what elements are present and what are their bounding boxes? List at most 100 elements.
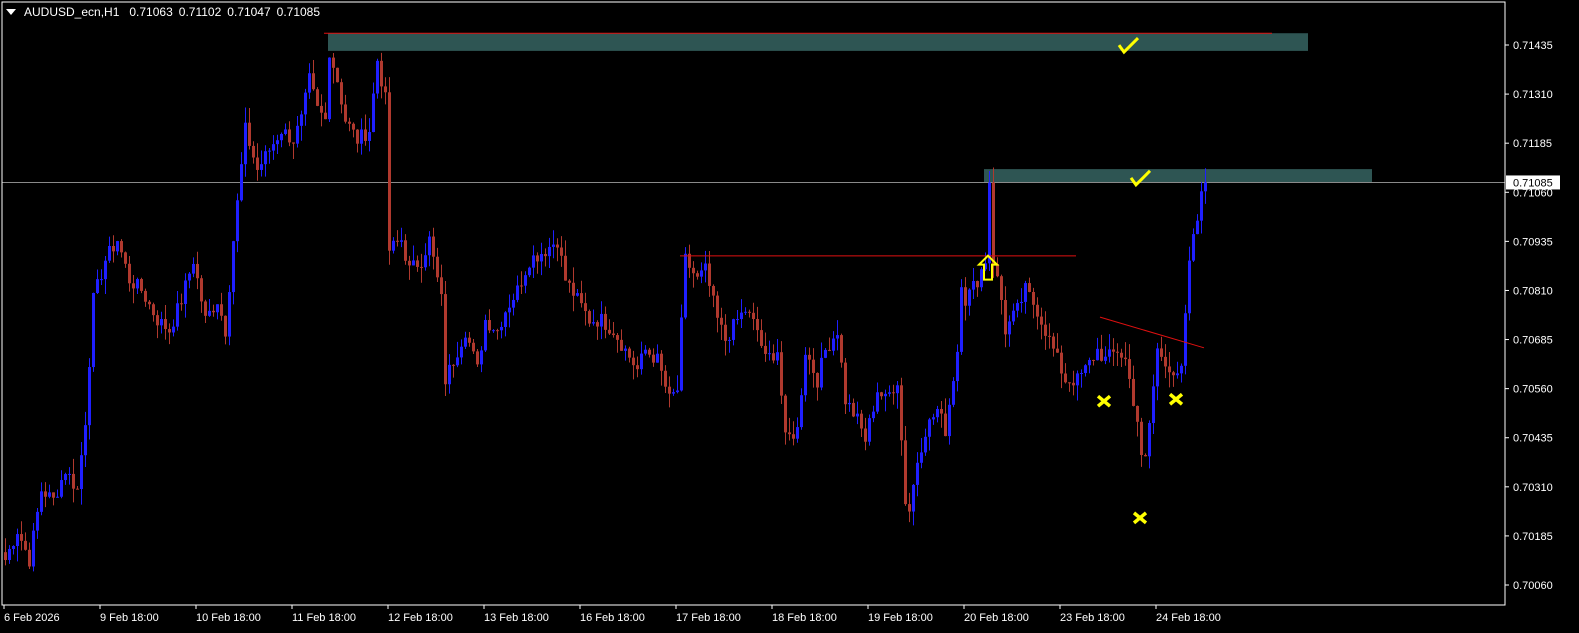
candle: [972, 267, 975, 300]
candle-body: [504, 312, 507, 327]
candle: [1156, 342, 1159, 401]
candle-body: [8, 548, 11, 561]
candle-body: [884, 393, 887, 397]
x-tick-label: 24 Feb 18:00: [1156, 612, 1221, 624]
candle-body: [996, 264, 999, 277]
candle: [1116, 343, 1119, 367]
candle: [1160, 336, 1163, 361]
markers: [976, 37, 1184, 525]
candle-body: [608, 329, 611, 334]
candle-body: [36, 511, 39, 531]
candle-body: [684, 253, 687, 318]
candle: [232, 240, 235, 305]
candle: [404, 234, 407, 265]
candle: [964, 277, 967, 321]
candle: [724, 314, 727, 356]
candle-body: [584, 303, 587, 312]
candle-body: [780, 352, 783, 396]
candle-body: [668, 386, 671, 394]
x-tick-label: 16 Feb 18:00: [580, 612, 645, 624]
candle: [1036, 297, 1039, 330]
candle: [808, 347, 811, 375]
candle: [892, 384, 895, 405]
candle-body: [188, 273, 191, 281]
candle-body: [640, 353, 643, 370]
candle: [708, 251, 711, 297]
candle: [236, 193, 239, 253]
candle: [396, 230, 399, 247]
candle-body: [1076, 373, 1079, 386]
candle: [656, 344, 659, 363]
candle: [312, 60, 315, 91]
candle: [880, 391, 883, 400]
candle: [100, 269, 103, 285]
candle: [604, 306, 607, 339]
axes: 0.714350.713100.711850.710600.709350.708…: [1, 1, 1560, 624]
candle-body: [444, 294, 447, 385]
candle: [1108, 334, 1111, 363]
candle-body: [148, 301, 151, 305]
candle: [552, 230, 555, 259]
candle: [1128, 344, 1131, 389]
candle-body: [164, 319, 167, 330]
candle: [36, 508, 39, 539]
candle: [1176, 361, 1179, 379]
candle-body: [1124, 357, 1127, 360]
candle: [1068, 382, 1071, 392]
candle-body: [656, 353, 659, 363]
candle: [756, 306, 759, 342]
candle-body: [1084, 365, 1087, 374]
candle: [1132, 365, 1135, 407]
candle: [504, 311, 507, 337]
candle: [896, 380, 899, 409]
candle: [44, 482, 47, 508]
candle: [572, 267, 575, 312]
candle-body: [940, 409, 943, 414]
candle: [212, 304, 215, 317]
candle-body: [272, 144, 275, 151]
candle-body: [792, 434, 795, 439]
x-tick-label: 19 Feb 18:00: [868, 612, 933, 624]
candle-body: [28, 549, 31, 567]
candle-body: [796, 427, 799, 439]
candle-body: [736, 319, 739, 321]
candle: [116, 240, 119, 256]
candle-body: [756, 319, 759, 331]
candle-body: [712, 285, 715, 296]
candle-body: [956, 351, 959, 382]
candle-body: [176, 303, 179, 327]
candle: [524, 271, 527, 294]
candle: [316, 87, 319, 107]
candle-body: [880, 392, 883, 397]
candle-body: [708, 263, 711, 286]
price-chart[interactable]: 0.714350.713100.711850.710600.709350.708…: [0, 0, 1579, 633]
candle: [676, 375, 679, 394]
candle-body: [136, 279, 139, 289]
candle: [188, 271, 191, 289]
candle-body: [156, 315, 159, 326]
candle: [796, 417, 799, 443]
candle: [512, 293, 515, 316]
candle-body: [296, 125, 299, 144]
candle-body: [76, 488, 79, 490]
candle-body: [232, 241, 235, 293]
candle-body: [408, 260, 411, 266]
candle: [108, 236, 111, 263]
candle-body: [848, 402, 851, 405]
candle-body: [248, 122, 251, 146]
candle-body: [896, 385, 899, 394]
x-tick-label: 10 Feb 18:00: [196, 612, 261, 624]
candle-body: [424, 255, 427, 268]
candle-body: [80, 455, 83, 490]
candle-body: [1116, 351, 1119, 353]
candle: [596, 320, 599, 340]
candle: [760, 319, 763, 349]
candle-body: [316, 89, 319, 106]
dropdown-triangle-icon[interactable]: [6, 9, 16, 15]
candle-body: [524, 275, 527, 286]
candle: [952, 377, 955, 408]
candle: [424, 243, 427, 271]
candle: [836, 320, 839, 351]
candle: [916, 452, 919, 497]
candles: [4, 52, 1207, 572]
